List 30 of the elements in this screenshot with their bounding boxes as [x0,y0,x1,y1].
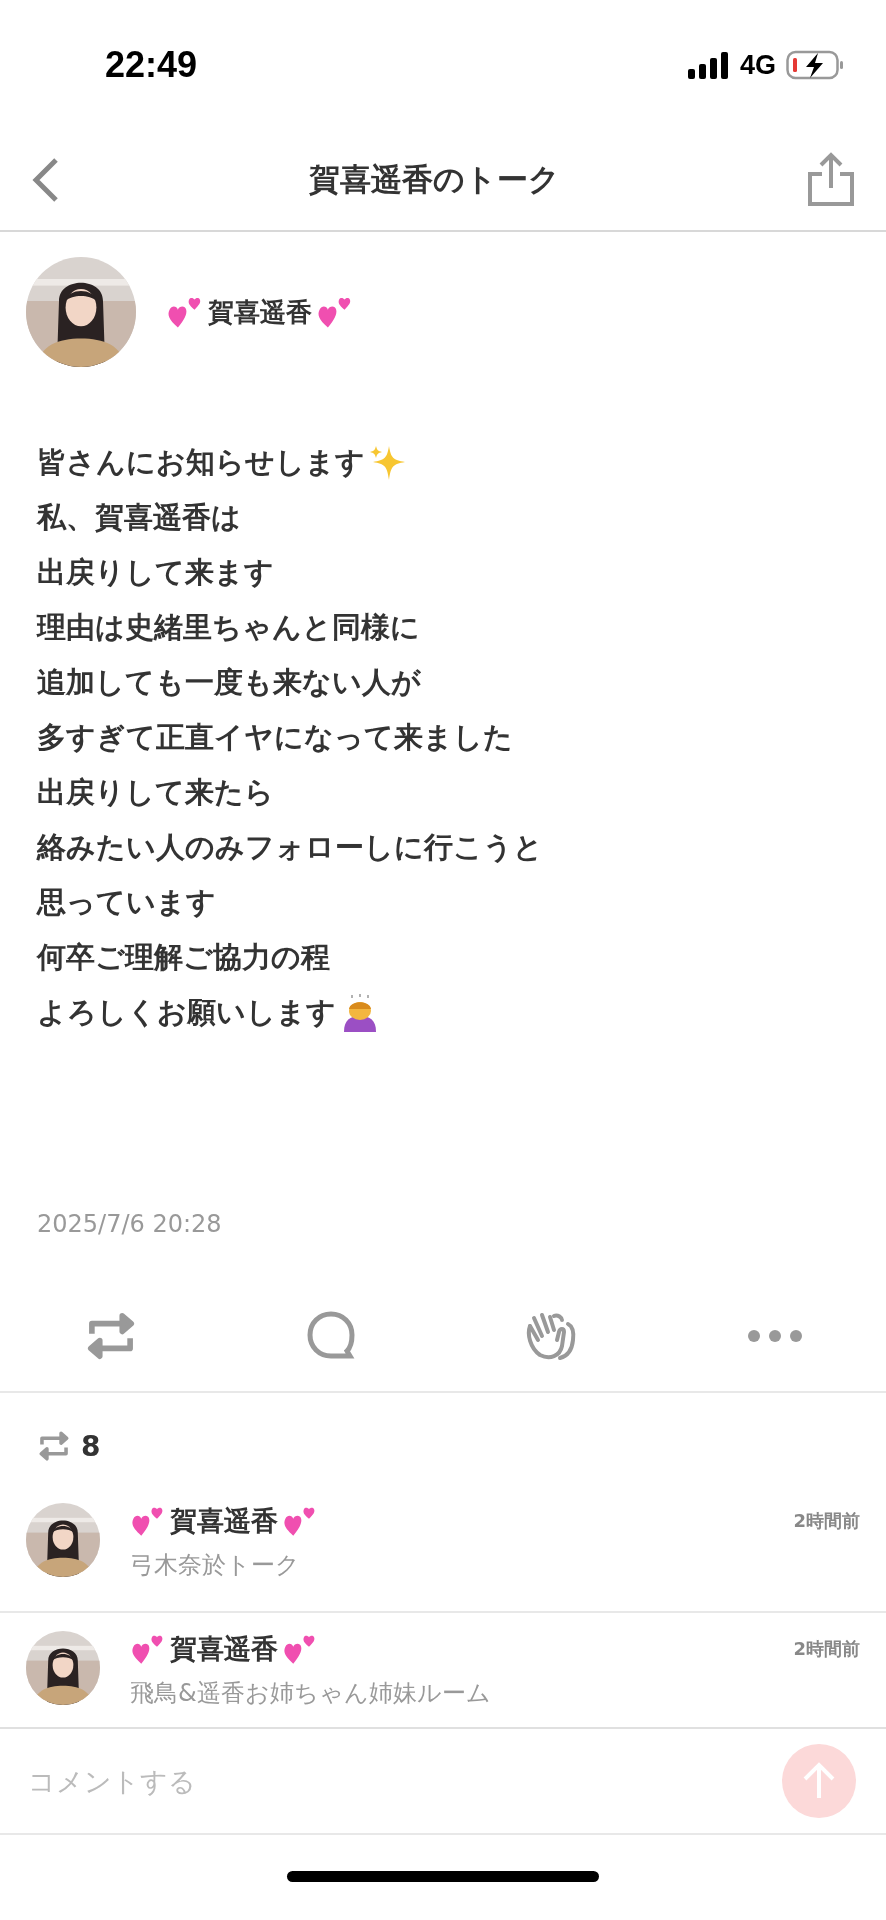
message-line: 思っています [37,884,216,921]
comment-field[interactable]: コメントする [26,1764,782,1798]
message-line: 何卒ご理解ご協力の程 [37,939,330,976]
message-line: 追加しても一度も来ない人が [37,664,421,701]
message-line: 絡みたい人のみフォローしに行こうと [37,829,543,866]
message-line: 出戻りして来ます [37,554,274,591]
signal-icon [687,51,730,79]
talk-room-name: 飛鳥&遥香お姉ちゃん姉妹ルーム [130,1678,492,1709]
status-time: 22:49 [105,44,198,86]
message-line: 皆さんにお知らせします [37,444,365,481]
share-icon [806,152,856,208]
author-name: 賀喜遥香 [208,295,312,329]
repost-icon [37,1429,71,1463]
page-title: 賀喜遥香のトーク [308,160,560,199]
post-time: 2時間前 [793,1509,860,1533]
message-line: 出戻りして来たら [37,774,274,811]
repost-count: 8 [81,1429,101,1463]
network-label: 4G [739,49,776,81]
user-name: 賀喜遥香 [170,1632,278,1666]
post-time: 2時間前 [793,1637,860,1661]
message-line: 多すぎて正直イヤになって来ました [37,719,513,756]
post-timestamp: 2025/7/6 20:28 [37,1210,223,1238]
more-icon [746,1329,803,1343]
battery-charging-icon [786,50,846,80]
message-line: よろしくお願いします [37,994,336,1031]
talk-room-name: 弓木奈於トーク [130,1550,301,1581]
message-line: 私、賀喜遥香は [37,499,241,536]
arrow-up-icon [801,1762,837,1800]
user-name: 賀喜遥香 [170,1504,278,1538]
message-line: 理由は史緒里ちゃんと同様に [37,609,420,646]
